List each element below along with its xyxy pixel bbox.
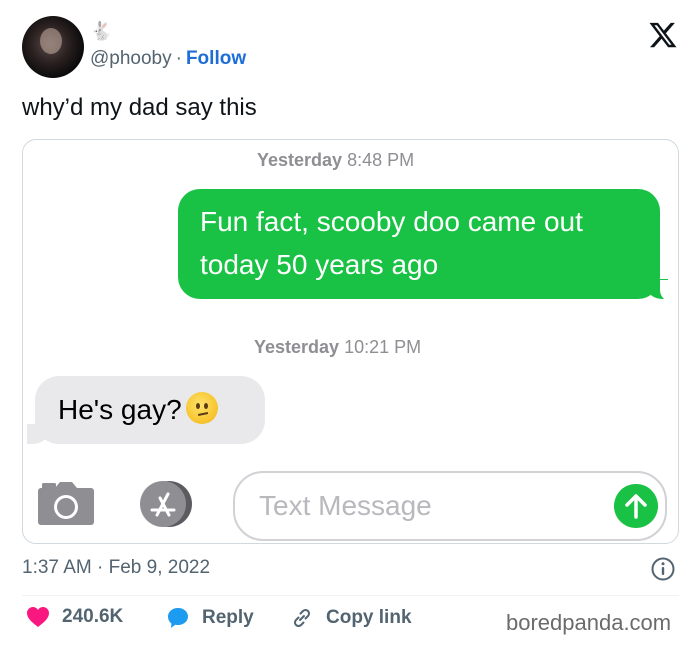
like-count: 240.6K: [62, 606, 124, 627]
send-arrow-icon[interactable]: [614, 484, 658, 528]
reply-button[interactable]: Reply: [166, 606, 254, 630]
link-icon: [293, 608, 311, 628]
avatar[interactable]: [22, 16, 84, 78]
divider: [22, 595, 679, 596]
separator-dot: ·: [175, 48, 182, 69]
info-icon[interactable]: [650, 556, 676, 582]
tweet-date: Feb 9, 2022: [108, 557, 211, 578]
message-timestamp: Yesterday 8:48 PM: [257, 150, 414, 171]
tweet-timestamp[interactable]: 1:37 AM · Feb 9, 2022: [22, 557, 210, 579]
incoming-message-bubble: He's gay?: [27, 376, 265, 444]
copy-link-button[interactable]: Copy link: [290, 606, 412, 630]
copy-link-label: Copy link: [326, 607, 412, 628]
timestamp-time: 10:21 PM: [344, 337, 422, 357]
x-logo-icon[interactable]: [648, 20, 678, 50]
separator-dot: ·: [97, 557, 104, 578]
reply-bubble-icon: [168, 608, 188, 628]
follow-button[interactable]: Follow: [186, 48, 246, 69]
author-handle[interactable]: @phooby: [90, 48, 172, 69]
message-input-placeholder: Text Message: [259, 490, 432, 521]
message-text: He's gay?: [58, 394, 182, 425]
timestamp-time: 8:48 PM: [347, 150, 415, 170]
outgoing-message-bubble: Fun fact, scooby doo came out today 50 y…: [178, 189, 668, 299]
tweet-text: why’d my dad say this: [22, 94, 257, 121]
message-line: Fun fact, scooby doo came out: [200, 206, 583, 237]
tweet-header: 🐇 @phooby · Follow: [22, 16, 682, 80]
message-input[interactable]: Text Message: [233, 471, 667, 541]
message-line: today 50 years ago: [200, 249, 439, 280]
watermark: boredpanda.com: [506, 610, 672, 635]
reply-label: Reply: [202, 607, 254, 628]
bubble-tail-mask: [660, 280, 678, 302]
tweet-media-screenshot[interactable]: Yesterday 8:48 PM Fun fact, scooby doo c…: [22, 139, 679, 544]
timestamp-day: Yesterday: [257, 150, 343, 170]
confused-face-icon: [185, 392, 218, 424]
message-timestamp: Yesterday 10:21 PM: [254, 337, 421, 358]
camera-icon[interactable]: [37, 480, 95, 526]
like-button[interactable]: 240.6K: [26, 606, 123, 628]
rabbit-emoji-icon: 🐇: [90, 21, 113, 41]
heart-icon: [27, 607, 49, 627]
author-row: @phooby · Follow: [90, 48, 246, 70]
appstore-icon[interactable]: [135, 479, 197, 529]
tweet-time: 1:37 AM: [22, 557, 92, 578]
timestamp-day: Yesterday: [254, 337, 340, 357]
